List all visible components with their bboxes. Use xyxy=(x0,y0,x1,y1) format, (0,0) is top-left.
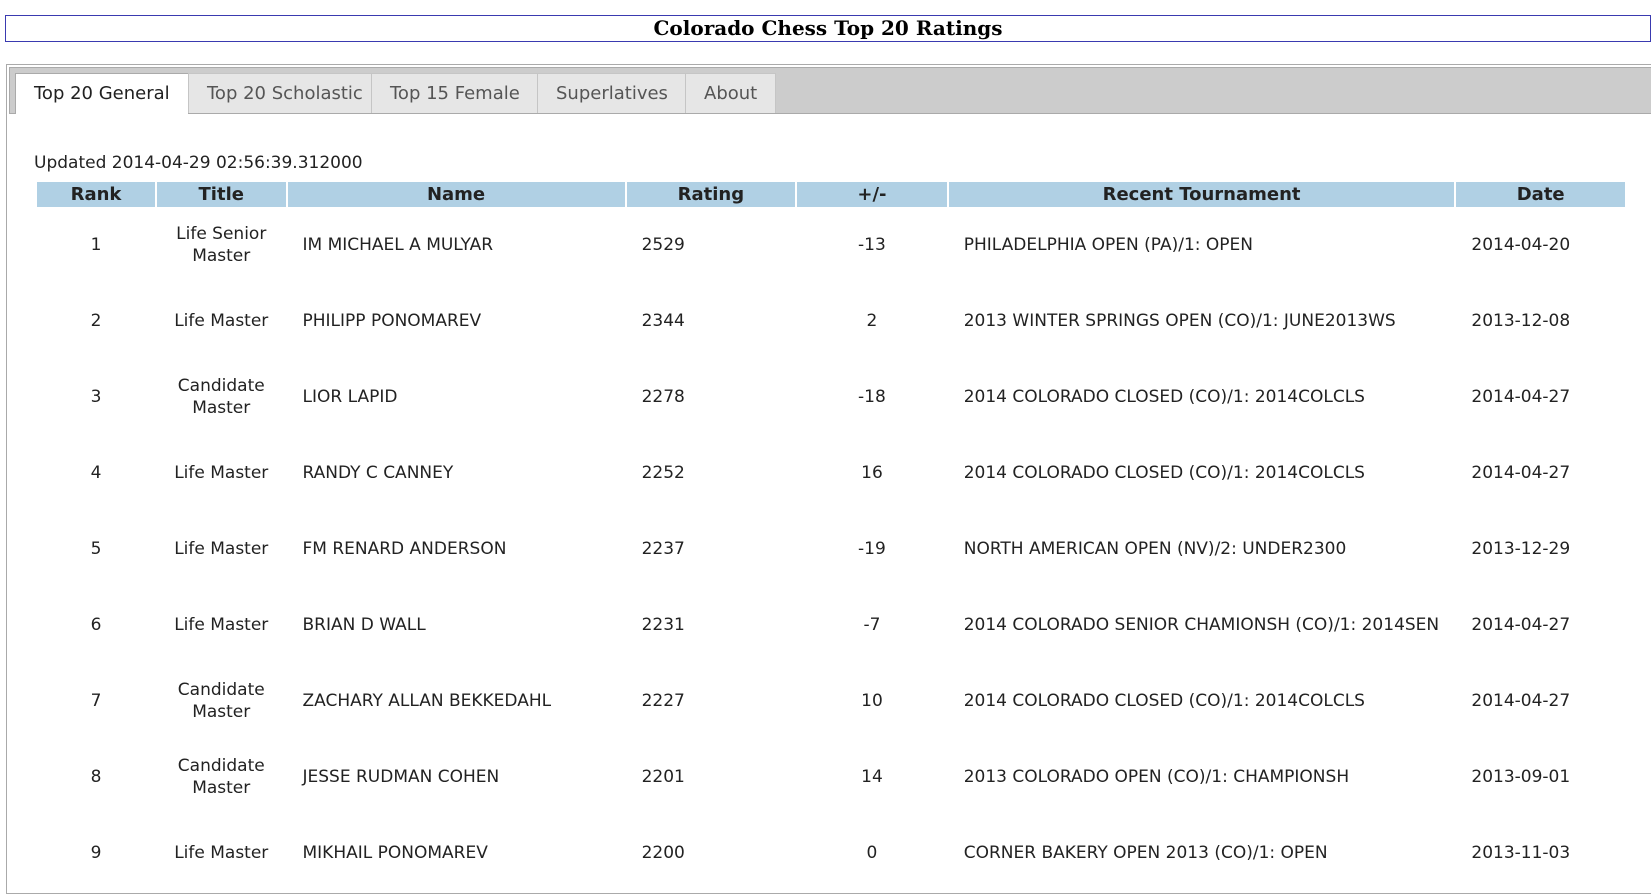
title-cell: Life Master xyxy=(174,615,269,635)
title-cell: Candidate Master xyxy=(177,756,265,798)
tournament-cell: 2014 COLORADO CLOSED (CO)/1: 2014COLCLS xyxy=(963,463,1365,483)
date-cell: 2014-04-27 xyxy=(1471,691,1571,711)
tabs-container: Top 20 General Top 20 Scholastic Top 15 … xyxy=(6,64,1651,894)
name-cell: RANDY C CANNEY xyxy=(302,463,454,483)
table-row: 8 Candidate Master JESSE RUDMAN COHEN 22… xyxy=(37,739,1625,815)
rank-cell: 4 xyxy=(90,463,102,483)
rank-cell: 8 xyxy=(90,767,102,787)
tab-top-20-general[interactable]: Top 20 General xyxy=(15,73,189,114)
header-change[interactable]: +/- xyxy=(797,182,947,207)
table-row: 7 Candidate Master ZACHARY ALLAN BEKKEDA… xyxy=(37,663,1625,739)
header-title[interactable]: Title xyxy=(156,182,286,207)
tournament-cell: 2013 COLORADO OPEN (CO)/1: CHAMPIONSH xyxy=(963,767,1350,787)
rating-cell: 2278 xyxy=(641,387,685,407)
tournament-cell: CORNER BAKERY OPEN 2013 (CO)/1: OPEN xyxy=(963,843,1328,863)
name-cell: FM RENARD ANDERSON xyxy=(302,539,507,559)
table-header-row: Rank Title Name Rating +/- Recent Tourna… xyxy=(37,182,1625,207)
updated-timestamp: Updated 2014-04-29 02:56:39.312000 xyxy=(34,153,363,173)
date-cell: 2014-04-27 xyxy=(1471,463,1571,483)
tab-bar: Top 20 General Top 20 Scholastic Top 15 … xyxy=(9,67,1651,114)
header-recent-tournament[interactable]: Recent Tournament xyxy=(948,182,1455,207)
title-cell: Life Senior Master xyxy=(176,224,267,266)
change-cell: 16 xyxy=(861,463,883,483)
title-cell: Candidate Master xyxy=(177,680,265,722)
name-cell: LIOR LAPID xyxy=(302,387,398,407)
title-cell: Life Master xyxy=(174,463,269,483)
rating-cell: 2529 xyxy=(641,235,685,255)
change-cell: 0 xyxy=(866,843,878,863)
rating-cell: 2344 xyxy=(641,311,685,331)
change-cell: 14 xyxy=(861,767,883,787)
table-row: 1 Life Senior Master IM MICHAEL A MULYAR… xyxy=(37,207,1625,283)
date-cell: 2013-11-03 xyxy=(1471,843,1571,863)
change-cell: -18 xyxy=(858,387,886,407)
rating-cell: 2227 xyxy=(641,691,685,711)
table-row: 4 Life Master RANDY C CANNEY 2252 16 201… xyxy=(37,435,1625,511)
tab-about[interactable]: About xyxy=(685,73,777,113)
tab-top-20-scholastic[interactable]: Top 20 Scholastic xyxy=(188,73,382,113)
title-cell: Candidate Master xyxy=(177,376,265,418)
tournament-cell: 2014 COLORADO SENIOR CHAMIONSH (CO)/1: 2… xyxy=(963,615,1440,635)
table-row: 6 Life Master BRIAN D WALL 2231 -7 2014 … xyxy=(37,587,1625,663)
tournament-cell: NORTH AMERICAN OPEN (NV)/2: UNDER2300 xyxy=(963,539,1347,559)
rank-cell: 5 xyxy=(90,539,102,559)
tournament-cell: 2013 WINTER SPRINGS OPEN (CO)/1: JUNE201… xyxy=(963,311,1396,331)
rating-cell: 2200 xyxy=(641,843,685,863)
rating-cell: 2237 xyxy=(641,539,685,559)
date-cell: 2014-04-20 xyxy=(1471,235,1571,255)
title-cell: Life Master xyxy=(174,311,269,331)
name-cell: BRIAN D WALL xyxy=(302,615,426,635)
name-cell: JESSE RUDMAN COHEN xyxy=(302,767,500,787)
tab-superlatives[interactable]: Superlatives xyxy=(537,73,687,113)
change-cell: 2 xyxy=(866,311,878,331)
header-name[interactable]: Name xyxy=(287,182,625,207)
rank-cell: 6 xyxy=(90,615,102,635)
tournament-cell: 2014 COLORADO CLOSED (CO)/1: 2014COLCLS xyxy=(963,691,1365,711)
date-cell: 2014-04-27 xyxy=(1471,615,1571,635)
name-cell: MIKHAIL PONOMAREV xyxy=(302,843,488,863)
date-cell: 2013-12-08 xyxy=(1471,311,1571,331)
rank-cell: 3 xyxy=(90,387,102,407)
ratings-table: Rank Title Name Rating +/- Recent Tourna… xyxy=(35,182,1627,891)
header-rank[interactable]: Rank xyxy=(37,182,155,207)
rank-cell: 9 xyxy=(90,843,102,863)
rating-cell: 2231 xyxy=(641,615,685,635)
rating-cell: 2201 xyxy=(641,767,685,787)
table-row: 9 Life Master MIKHAIL PONOMAREV 2200 0 C… xyxy=(37,815,1625,891)
title-cell: Life Master xyxy=(174,539,269,559)
name-cell: IM MICHAEL A MULYAR xyxy=(302,235,494,255)
header-date[interactable]: Date xyxy=(1456,182,1625,207)
change-cell: 10 xyxy=(861,691,883,711)
date-cell: 2013-12-29 xyxy=(1471,539,1571,559)
change-cell: -7 xyxy=(863,615,881,635)
rank-cell: 7 xyxy=(90,691,102,711)
title-cell: Life Master xyxy=(174,843,269,863)
rating-cell: 2252 xyxy=(641,463,685,483)
date-cell: 2014-04-27 xyxy=(1471,387,1571,407)
rank-cell: 2 xyxy=(90,311,102,331)
header-rating[interactable]: Rating xyxy=(626,182,796,207)
table-row: 5 Life Master FM RENARD ANDERSON 2237 -1… xyxy=(37,511,1625,587)
tournament-cell: 2014 COLORADO CLOSED (CO)/1: 2014COLCLS xyxy=(963,387,1365,407)
name-cell: PHILIPP PONOMAREV xyxy=(302,311,482,331)
tab-top-15-female[interactable]: Top 15 Female xyxy=(371,73,539,113)
change-cell: -13 xyxy=(858,235,886,255)
page-title: Colorado Chess Top 20 Ratings xyxy=(5,15,1651,42)
change-cell: -19 xyxy=(858,539,886,559)
date-cell: 2013-09-01 xyxy=(1471,767,1571,787)
tournament-cell: PHILADELPHIA OPEN (PA)/1: OPEN xyxy=(963,235,1253,255)
name-cell: ZACHARY ALLAN BEKKEDAHL xyxy=(302,691,552,711)
rank-cell: 1 xyxy=(90,235,102,255)
table-row: 2 Life Master PHILIPP PONOMAREV 2344 2 2… xyxy=(37,283,1625,359)
table-row: 3 Candidate Master LIOR LAPID 2278 -18 2… xyxy=(37,359,1625,435)
